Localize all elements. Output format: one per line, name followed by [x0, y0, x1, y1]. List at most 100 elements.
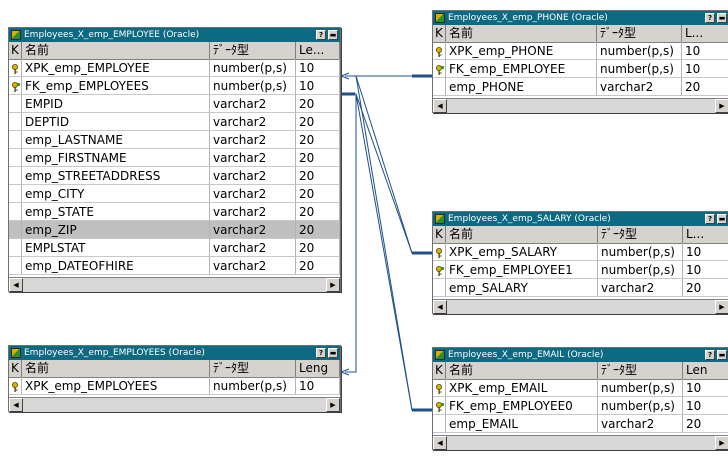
horizontal-scrollbar[interactable]: ◀ ▶ [433, 435, 728, 450]
scroll-right-arrow[interactable]: ▶ [715, 436, 728, 450]
help-button[interactable]: ? [316, 30, 326, 40]
header-key[interactable]: K [433, 362, 446, 379]
help-button[interactable]: ? [316, 348, 326, 358]
key-cell [9, 257, 22, 275]
key-cell [433, 42, 446, 60]
table-row[interactable]: emp_STREETADDRESS varchar2 20 [9, 167, 340, 185]
table-row[interactable]: XPK_emp_EMAIL number(p,s) 10 [433, 379, 728, 397]
scroll-left-arrow[interactable]: ◀ [433, 99, 447, 113]
table-row[interactable]: FK_emp_EMPLOYEE0 number(p,s) 10 [433, 397, 728, 415]
column-length: 20 [296, 95, 340, 113]
relationship-line [355, 75, 413, 254]
header-type[interactable]: ﾃﾞｰﾀ型 [210, 42, 296, 59]
data-type: number(p,s) [598, 397, 683, 415]
header-type[interactable]: ﾃﾞｰﾀ型 [598, 362, 683, 379]
table-row[interactable]: XPK_emp_SALARY number(p,s) 10 [433, 243, 728, 261]
table-window-phone[interactable]: Employees_X_emp_PHONE (Oracle)? ▬ K 名前 ﾃﾞｰﾀ型… [432, 10, 728, 113]
header-name[interactable]: 名前 [446, 25, 597, 42]
table-row[interactable]: EMPID varchar2 20 [9, 95, 340, 113]
table-row[interactable]: FK_emp_EMPLOYEE number(p,s) 10 [433, 60, 728, 78]
scroll-left-arrow[interactable]: ◀ [433, 436, 447, 450]
header-key[interactable]: K [9, 360, 22, 377]
table-row[interactable]: emp_ZIP varchar2 20 [9, 221, 340, 239]
data-type: varchar2 [210, 131, 296, 149]
header-length[interactable]: Len [683, 362, 728, 379]
table-row[interactable]: XPK_emp_EMPLOYEES number(p,s) 10 [9, 377, 340, 395]
table-row[interactable]: XPK_emp_EMPLOYEE number(p,s) 10 [9, 59, 340, 77]
scroll-left-arrow[interactable]: ◀ [9, 398, 23, 412]
table-row[interactable]: emp_STATE varchar2 20 [9, 203, 340, 221]
column-length: 10 [683, 379, 728, 397]
table-row[interactable]: emp_EMAIL varchar2 20 [433, 415, 728, 433]
table-row[interactable]: emp_PHONE varchar2 20 [433, 78, 728, 96]
title-bar[interactable]: Employees_X_emp_EMPLOYEE (Oracle)? ▬ [9, 28, 340, 42]
data-type: number(p,s) [597, 42, 682, 60]
horizontal-scrollbar[interactable]: ◀ ▶ [433, 299, 728, 314]
header-length[interactable]: Leng [296, 360, 340, 377]
key-cell [9, 377, 22, 395]
minimize-button[interactable]: ▬ [328, 348, 338, 358]
key-cell [433, 60, 446, 78]
header-type[interactable]: ﾃﾞｰﾀ型 [210, 360, 296, 377]
table-window-salary[interactable]: Employees_X_emp_SALARY (Oracle)? ▬ K 名前 ﾃﾞｰﾀ… [432, 211, 728, 314]
table-icon [435, 350, 445, 360]
table-row[interactable]: emp_CITY varchar2 20 [9, 185, 340, 203]
data-type: number(p,s) [598, 261, 683, 279]
header-name[interactable]: 名前 [446, 226, 598, 243]
table-row[interactable]: emp_DATEOFHIRE varchar2 20 [9, 257, 340, 275]
title-bar[interactable]: Employees_X_emp_PHONE (Oracle)? ▬ [433, 11, 728, 25]
minimize-button[interactable]: ▬ [328, 30, 338, 40]
title-bar[interactable]: Employees_X_emp_EMPLOYEES (Oracle)? ▬ [9, 346, 340, 360]
table-window-email[interactable]: Employees_X_emp_EMAIL (Oracle)? ▬ K 名前 ﾃﾞｰﾀ型… [432, 347, 728, 450]
table-row[interactable]: FK_emp_EMPLOYEES number(p,s) 10 [9, 77, 340, 95]
header-length[interactable]: Le... [296, 42, 340, 59]
table-row[interactable]: emp_SALARY varchar2 20 [433, 279, 728, 297]
table-row[interactable]: emp_FIRSTNAME varchar2 20 [9, 149, 340, 167]
key-cell [433, 243, 446, 261]
table-row[interactable]: emp_LASTNAME varchar2 20 [9, 131, 340, 149]
table-row[interactable]: DEPTID varchar2 20 [9, 113, 340, 131]
header-type[interactable]: ﾃﾞｰﾀ型 [598, 226, 683, 243]
scroll-right-arrow[interactable]: ▶ [715, 300, 728, 314]
key-cell [9, 221, 22, 239]
key-cell [433, 279, 446, 297]
column-name: FK_emp_EMPLOYEES [22, 77, 210, 95]
horizontal-scrollbar[interactable]: ◀ ▶ [433, 98, 728, 113]
table-row[interactable]: EMPLSTAT varchar2 20 [9, 239, 340, 257]
key-cell [9, 131, 22, 149]
data-type: number(p,s) [210, 377, 296, 395]
help-button[interactable]: ? [705, 350, 715, 360]
header-name[interactable]: 名前 [22, 42, 210, 59]
scroll-right-arrow[interactable]: ▶ [715, 99, 728, 113]
horizontal-scrollbar[interactable]: ◀ ▶ [9, 397, 340, 412]
header-type[interactable]: ﾃﾞｰﾀ型 [597, 25, 682, 42]
table-window-employees[interactable]: Employees_X_emp_EMPLOYEES (Oracle)? ▬ K 名前ﾃ… [8, 345, 341, 412]
table-row[interactable]: FK_emp_EMPLOYEE1 number(p,s) 10 [433, 261, 728, 279]
table-row[interactable]: XPK_emp_PHONE number(p,s) 10 [433, 42, 728, 60]
data-type: number(p,s) [598, 243, 683, 261]
minimize-button[interactable]: ▬ [717, 13, 727, 23]
minimize-button[interactable]: ▬ [717, 350, 727, 360]
help-button[interactable]: ? [705, 214, 715, 224]
header-name[interactable]: 名前 [22, 360, 210, 377]
help-button[interactable]: ? [705, 13, 715, 23]
scroll-right-arrow[interactable]: ▶ [326, 398, 340, 412]
header-length[interactable]: L... [682, 25, 728, 42]
horizontal-scrollbar[interactable]: ◀ ▶ [9, 277, 340, 292]
title-bar[interactable]: Employees_X_emp_EMAIL (Oracle)? ▬ [433, 348, 728, 362]
scroll-left-arrow[interactable]: ◀ [9, 278, 23, 292]
column-name: emp_STREETADDRESS [22, 167, 210, 185]
header-key[interactable]: K [433, 25, 446, 42]
minimize-button[interactable]: ▬ [717, 214, 727, 224]
foreign-key-icon [435, 400, 445, 412]
scroll-right-arrow[interactable]: ▶ [326, 278, 340, 292]
column-length: 10 [296, 77, 340, 95]
table-window-employee[interactable]: Employees_X_emp_EMPLOYEE (Oracle)? ▬ K 名前 ﾃﾞ… [8, 27, 341, 292]
scroll-left-arrow[interactable]: ◀ [433, 300, 447, 314]
header-key[interactable]: K [433, 226, 446, 243]
header-key[interactable]: K [9, 42, 22, 59]
key-cell [433, 78, 446, 96]
header-length[interactable]: L... [683, 226, 728, 243]
header-name[interactable]: 名前 [446, 362, 598, 379]
title-bar[interactable]: Employees_X_emp_SALARY (Oracle)? ▬ [433, 212, 728, 226]
